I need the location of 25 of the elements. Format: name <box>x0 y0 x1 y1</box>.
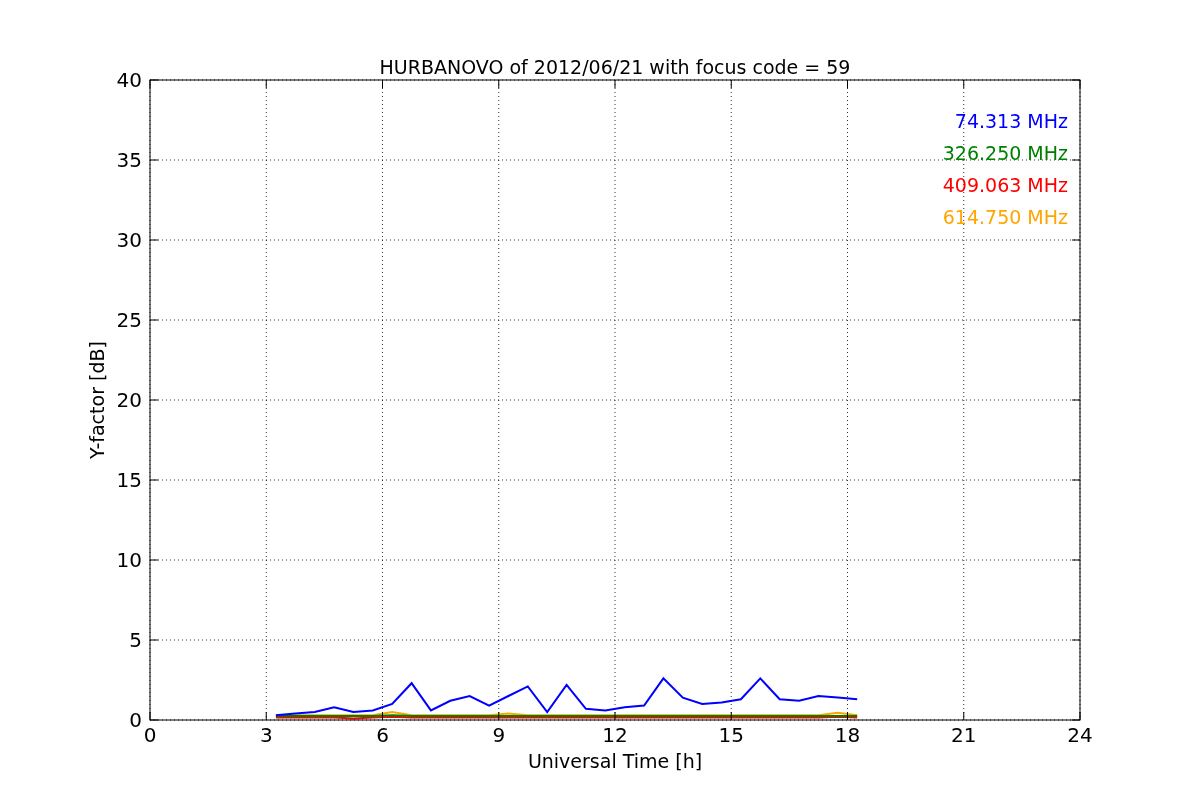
tick-label: 20 <box>116 388 142 412</box>
axis-title: Y-factor [dB] <box>86 341 108 459</box>
axis-title: Universal Time [h] <box>527 750 703 772</box>
legend-label: 74.313 MHz <box>954 110 1068 132</box>
legend-label: 614.750 MHz <box>942 206 1068 228</box>
tick-label: 30 <box>116 228 142 252</box>
chart-title: HURBANOVO of 2012/06/21 with focus code = 59 <box>379 56 851 78</box>
tick-label: 6 <box>376 723 389 747</box>
tick-label: 15 <box>116 468 142 492</box>
tick-label: 12 <box>602 723 628 747</box>
tick-label: 35 <box>116 148 142 172</box>
tick-label: 3 <box>259 723 273 747</box>
tick-label: 25 <box>116 308 142 332</box>
tick-label: 9 <box>492 723 506 747</box>
tick-label: 0 <box>143 723 157 747</box>
tick-label: 15 <box>718 723 744 747</box>
tick-label: 24 <box>1067 723 1093 747</box>
legend-label: 409.063 MHz <box>942 174 1068 196</box>
tick-label: 10 <box>116 548 142 572</box>
tick-label: 40 <box>116 68 142 92</box>
tick-label: 21 <box>951 723 977 747</box>
tick-label: 18 <box>834 723 861 747</box>
tick-label: 0 <box>129 708 142 732</box>
tick-label: 5 <box>129 628 142 652</box>
legend-label: 326.250 MHz <box>942 142 1068 164</box>
